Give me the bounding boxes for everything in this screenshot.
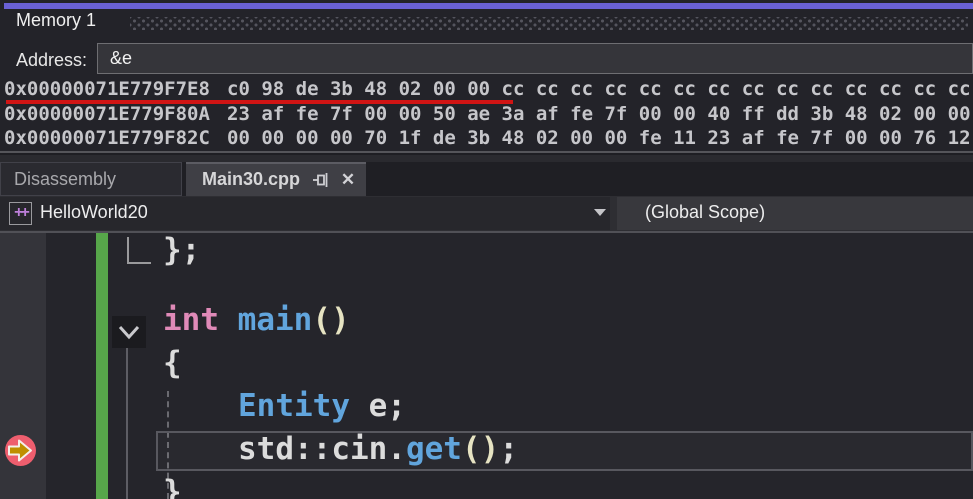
outline-structure-line [126, 346, 128, 499]
memory-row-bytes: 23 af fe 7f 00 00 50 ae 3a af fe 7f 00 0… [227, 103, 971, 125]
tab-main30-cpp[interactable]: Main30.cpp ✕ [186, 162, 366, 196]
drag-handle-texture[interactable] [130, 17, 968, 30]
close-icon[interactable]: ✕ [338, 168, 358, 192]
current-statement-arrow-icon[interactable] [3, 433, 38, 468]
cpp-project-icon: ++ [9, 202, 32, 225]
code-token: { [163, 345, 182, 381]
collapse-region-box[interactable] [112, 316, 146, 348]
editor-tab-strip: Disassembly Main30.cpp ✕ [0, 162, 973, 196]
code-token: get [406, 431, 462, 467]
line-open-brace: { [163, 342, 182, 384]
memory-tool-window: Memory 1 Address: 0x00000071E779F7E8 c0 9… [0, 0, 973, 153]
collapse-chevron-icon[interactable] [112, 316, 146, 348]
scope-dropdown-value: (Global Scope) [645, 202, 765, 223]
memory-hex-rows: 0x00000071E779F7E8 c0 98 de 3b 48 02 00 0… [0, 76, 973, 153]
memory-row-address: 0x00000071E779F7E8 [4, 78, 210, 100]
memory-row-bytes: 00 00 00 00 70 1f de 3b 48 02 00 00 fe 1… [227, 127, 971, 149]
memory-row-address: 0x00000071E779F80A [4, 103, 210, 125]
code-token: ; [499, 431, 518, 467]
code-token: () [462, 431, 499, 467]
tab-main30-label: Main30.cpp [202, 169, 300, 189]
line-entity-decl: Entity e; [238, 385, 406, 427]
vs-debug-window: Memory 1 Address: 0x00000071E779F7E8 c0 9… [0, 0, 973, 499]
memory-row: 0x00000071E779F80A 23 af fe 7f 00 00 50 a… [4, 103, 973, 127]
code-editor[interactable]: };int main(){Entity e;std::cin.get();} [0, 233, 973, 499]
active-window-accent-bar [4, 3, 973, 9]
code-token [219, 302, 238, 338]
code-token: e; [350, 388, 406, 424]
pin-icon[interactable] [312, 171, 330, 189]
line-close-brace: } [163, 471, 182, 499]
code-token: }; [163, 232, 200, 268]
editor-navigation-bar: ++ HelloWorld20 (Global Scope) [0, 196, 973, 233]
tab-disassembly[interactable]: Disassembly [0, 162, 182, 196]
line-main-signature: int main() [163, 299, 350, 341]
memory-row-address: 0x00000071E779F82C [4, 127, 210, 149]
shell-divider [0, 155, 973, 162]
code-token: Entity [238, 388, 350, 424]
memory-row-bytes: c0 98 de 3b 48 02 00 00 cc cc cc cc cc c… [227, 78, 971, 100]
code-token: main [238, 302, 313, 338]
memory-window-title: Memory 1 [16, 10, 96, 31]
change-tracking-bar [96, 233, 108, 499]
project-dropdown-value: HelloWorld20 [40, 202, 148, 223]
project-dropdown[interactable]: ++ HelloWorld20 [0, 197, 610, 230]
code-token: () [312, 302, 349, 338]
code-token: } [163, 474, 182, 499]
code-token: int [163, 302, 219, 338]
chevron-down-icon [594, 209, 606, 216]
code-token: std::cin. [238, 431, 406, 467]
line-cin-get: std::cin.get(); [238, 428, 518, 470]
scope-dropdown[interactable]: (Global Scope) [617, 197, 973, 230]
line-class-end: }; [163, 229, 200, 271]
address-label: Address: [16, 50, 87, 71]
memory-row: 0x00000071E779F7E8 c0 98 de 3b 48 02 00 0… [4, 78, 973, 102]
fold-end-icon [127, 237, 151, 264]
address-row: Address: [0, 42, 973, 76]
memory-row: 0x00000071E779F82C 00 00 00 00 70 1f de 3… [4, 127, 973, 151]
address-input[interactable] [97, 43, 973, 74]
